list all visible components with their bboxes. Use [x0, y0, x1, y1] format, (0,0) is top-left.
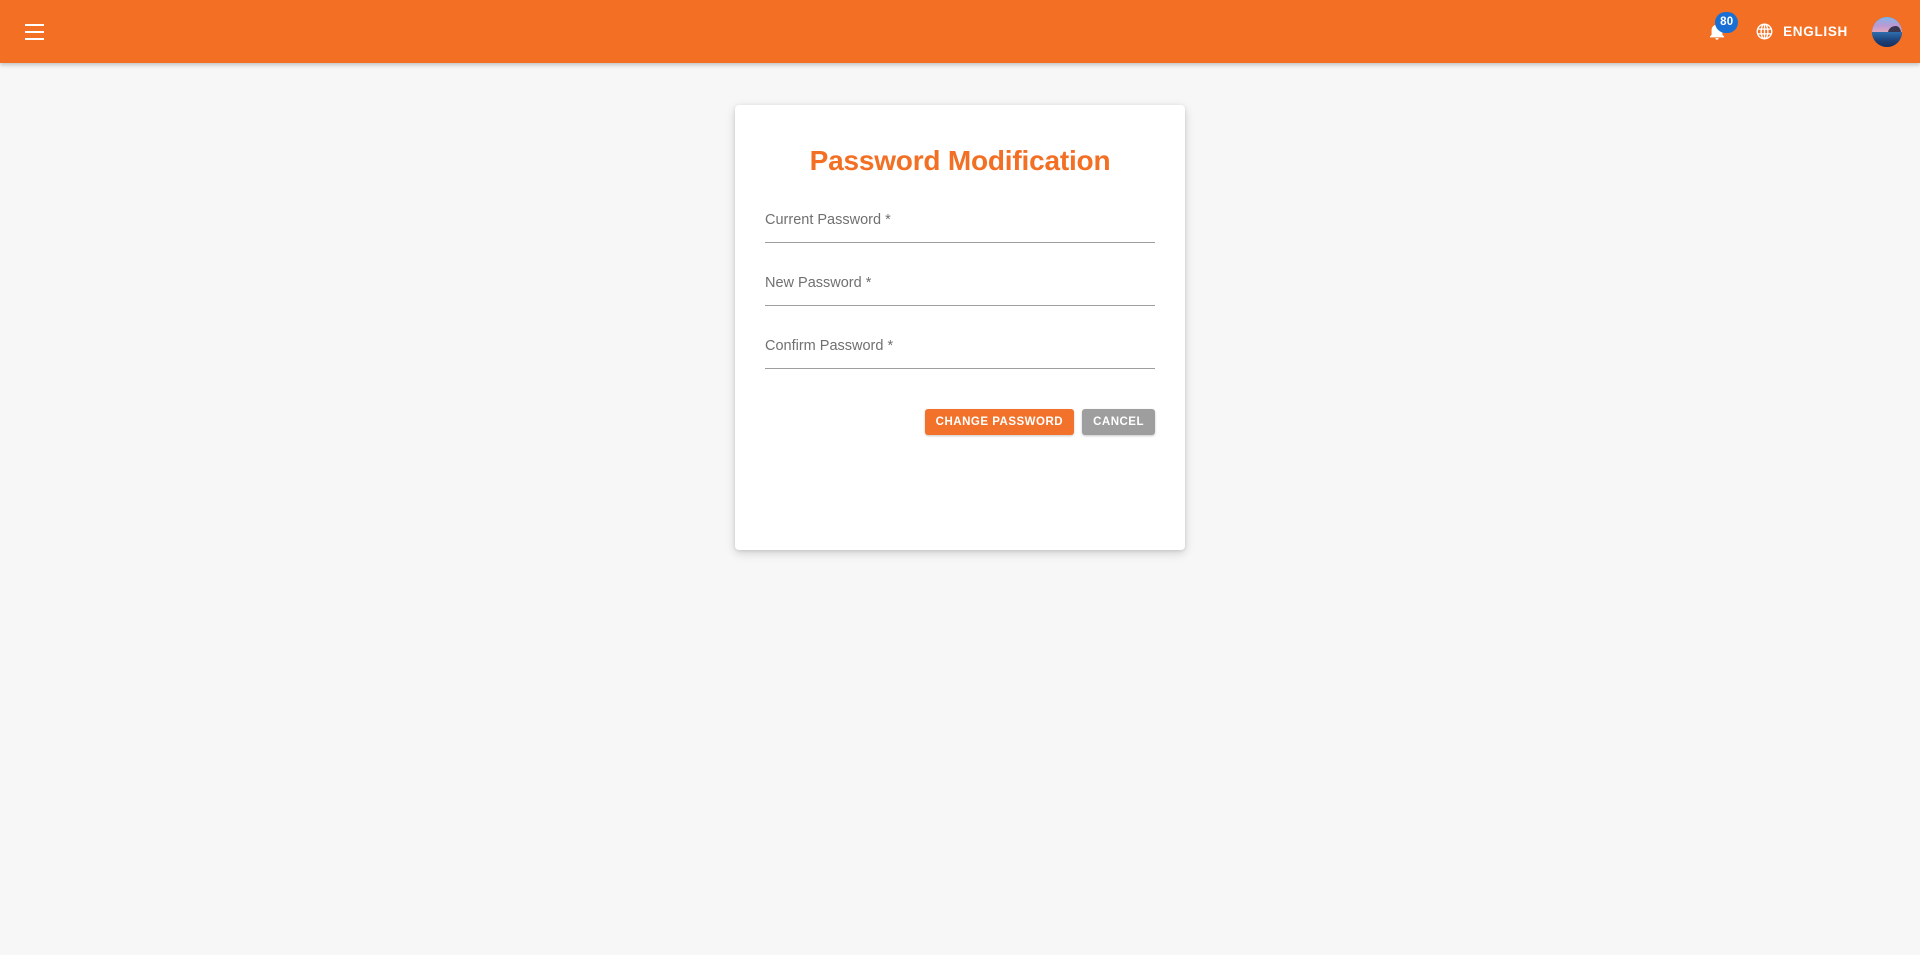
hamburger-bar-1 [24, 23, 44, 26]
notifications-button[interactable]: 80 [1695, 10, 1739, 54]
change-password-button[interactable]: CHANGE PASSWORD [924, 409, 1075, 435]
app-header: 80 ENGLISH [0, 0, 1920, 63]
current-password-field [765, 203, 1155, 266]
main-content: Password Modification CHANGE PASSWORD CA… [0, 63, 1920, 955]
new-password-field [765, 266, 1155, 329]
hamburger-menu-icon[interactable] [12, 10, 56, 54]
page-title: Password Modification [809, 145, 1111, 176]
confirm-password-input[interactable] [765, 329, 1155, 369]
confirm-password-field [765, 329, 1155, 392]
new-password-input[interactable] [765, 266, 1155, 306]
user-avatar[interactable] [1872, 16, 1902, 47]
form-actions: CHANGE PASSWORD CANCEL [765, 409, 1155, 435]
cancel-button[interactable]: CANCEL [1082, 409, 1155, 435]
header-left-group [12, 10, 56, 54]
notification-badge-count: 80 [1715, 11, 1739, 33]
password-modification-card: Password Modification CHANGE PASSWORD CA… [735, 105, 1185, 550]
globe-icon [1756, 23, 1773, 40]
language-selector[interactable]: ENGLISH [1745, 16, 1858, 47]
current-password-input[interactable] [765, 203, 1155, 243]
password-modification-form: CHANGE PASSWORD CANCEL [765, 177, 1155, 435]
language-label: ENGLISH [1783, 24, 1848, 39]
hamburger-bar-2 [24, 30, 44, 33]
header-right-group: 80 ENGLISH [1695, 10, 1902, 54]
hamburger-bar-3 [24, 37, 44, 40]
avatar-image-sea [1872, 32, 1902, 47]
